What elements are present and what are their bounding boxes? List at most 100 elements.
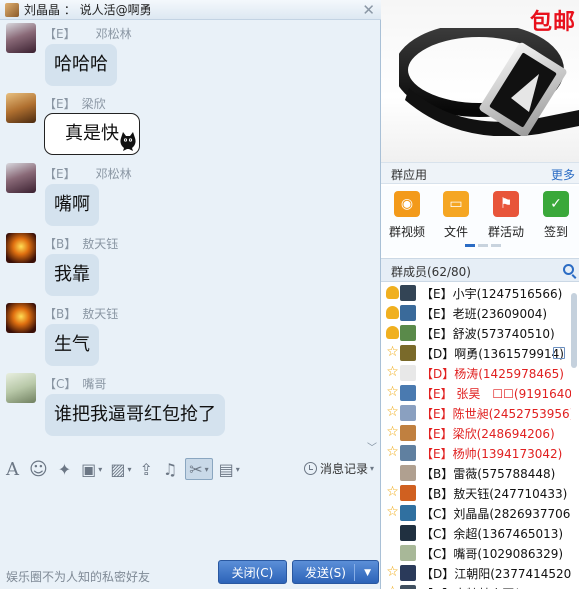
member-name[interactable]: 【B】敖天钰(247710433) xyxy=(421,485,567,502)
member-list-scrollbar[interactable] xyxy=(571,293,577,368)
member-name[interactable]: 【E】舒波(573740510) xyxy=(421,325,555,342)
checkmark-icon: ✓ xyxy=(543,191,569,217)
pager-dot[interactable] xyxy=(491,244,501,247)
screenshot-scissors-icon[interactable]: ✂ ▾ xyxy=(185,458,213,480)
close-button[interactable]: 关闭(C) xyxy=(218,560,287,584)
member-name[interactable]: 【D】江朝阳(2377414520) xyxy=(421,565,571,582)
member-name[interactable]: 【D】杨涛(1425978465) xyxy=(421,365,564,382)
avatar[interactable] xyxy=(6,303,36,333)
image-icon[interactable]: ▨ ▾ xyxy=(110,458,131,480)
avatar[interactable] xyxy=(6,163,36,193)
member-name[interactable]: 【E】老班(23609004) xyxy=(421,305,547,322)
app-file[interactable]: ▭ 文件 xyxy=(434,191,478,240)
member-name[interactable]: 【E】 张昊 ☐☐(919164058) xyxy=(421,385,571,402)
sender-line: 【E】 梁欣 xyxy=(44,95,106,112)
member-avatar[interactable] xyxy=(400,425,416,441)
member-avatar[interactable] xyxy=(400,505,416,521)
avatar[interactable] xyxy=(6,373,36,403)
message-input[interactable] xyxy=(0,487,380,557)
member-row[interactable]: 【E】老班(23609004) xyxy=(381,303,571,323)
member-name[interactable]: 【E】陈世昶(2452753956) xyxy=(421,405,571,422)
more-link[interactable]: 更多 xyxy=(551,166,575,183)
emoji-icon[interactable]: ☺ xyxy=(29,458,48,480)
member-avatar[interactable] xyxy=(400,585,416,589)
sender-name[interactable]: 邓松林 xyxy=(96,167,132,181)
gift-icon[interactable]: ▣ ▾ xyxy=(81,458,102,480)
member-avatar[interactable] xyxy=(400,365,416,381)
member-row[interactable]: ☆ 【E】陈世昶(2452753956) xyxy=(381,403,571,423)
avatar[interactable] xyxy=(6,233,36,263)
sender-name[interactable]: 嘴哥 xyxy=(82,377,106,391)
member-row[interactable]: 【C】嘴哥(1029086329) xyxy=(381,543,571,563)
member-name[interactable]: 【D】由特赫小哥(11... xyxy=(421,585,546,589)
member-avatar[interactable] xyxy=(400,325,416,341)
member-row[interactable]: 【B】雷薇(575788448) xyxy=(381,463,571,483)
member-avatar[interactable] xyxy=(400,385,416,401)
screen-glyph: ▤ xyxy=(218,459,234,479)
music-icon[interactable]: ♫ xyxy=(163,458,177,480)
font-icon[interactable]: A xyxy=(6,458,19,480)
search-icon[interactable] xyxy=(563,264,574,275)
member-name[interactable]: 【E】杨帅(1394173042) xyxy=(421,445,562,462)
member-row[interactable]: ☆ 【D】啊勇(1361579914) xyxy=(381,343,571,363)
message-bubble: 我靠 xyxy=(45,254,99,296)
sender-line: 【B】 敖天钰 xyxy=(44,235,118,252)
send-options-caret-icon[interactable]: ▼ xyxy=(364,561,371,585)
member-name[interactable]: 【E】小宇(1247516566) xyxy=(421,285,562,302)
pager-dot[interactable] xyxy=(465,244,475,247)
member-avatar[interactable] xyxy=(400,405,416,421)
member-name[interactable]: 【D】啊勇(1361579914) xyxy=(421,345,564,362)
close-icon[interactable]: ✕ xyxy=(362,1,375,19)
member-name[interactable]: 【C】嘴哥(1029086329) xyxy=(421,545,563,562)
member-row[interactable]: ☆ 【B】敖天钰(247710433) xyxy=(381,483,571,503)
message-list[interactable]: 【E】 邓松林 哈哈哈 【E】 梁欣 真是快 【E】 邓松林 嘴啊 【B】 敖天钰 我靠 xyxy=(0,21,380,449)
member-row[interactable]: ☆ 【E】杨帅(1394173042) xyxy=(381,443,571,463)
member-row[interactable]: 【E】舒波(573740510) xyxy=(381,323,571,343)
avatar[interactable] xyxy=(6,23,36,53)
member-row[interactable]: 【C】余超(1367465013) xyxy=(381,523,571,543)
member-row[interactable]: 【E】小宇(1247516566) xyxy=(381,283,571,303)
member-name[interactable]: 【E】梁欣(248694206) xyxy=(421,425,555,442)
sender-name[interactable]: 梁欣 xyxy=(82,97,106,111)
app-group-activity[interactable]: ⚑ 群活动 xyxy=(484,191,528,240)
member-row[interactable]: ☆ 【C】刘晶晶(2826937706) xyxy=(381,503,571,523)
chat-pane: 刘晶晶 ： 说人活@啊勇 ✕ 【E】 邓松林 哈哈哈 【E】 梁欣 真是快 【E】邓… xyxy=(0,0,381,589)
sender-name[interactable]: 敖天钰 xyxy=(82,307,118,321)
sender-name[interactable]: 邓松林 xyxy=(96,27,132,41)
member-avatar[interactable] xyxy=(400,305,416,321)
member-name[interactable]: 【C】刘晶晶(2826937706) xyxy=(421,505,571,522)
member-avatar[interactable] xyxy=(400,545,416,561)
app-group-video[interactable]: ◉ 群视频 xyxy=(385,191,429,240)
member-row[interactable]: ☆ 【E】梁欣(248694206) xyxy=(381,423,571,443)
upload-icon[interactable]: ⇪ xyxy=(139,458,152,480)
apps-pager[interactable] xyxy=(465,244,504,247)
app-check-in[interactable]: ✓ 签到 xyxy=(534,191,578,240)
advertisement-banner[interactable]: 包邮 xyxy=(381,0,579,162)
avatar[interactable] xyxy=(6,93,36,123)
input-toolbar: A ☺ ✦ ▣ ▾ ▨ ▾ ⇪ ♫ ✂ ▾ ▤ ▾ 消息记录 ▾ xyxy=(0,452,380,486)
member-avatar[interactable] xyxy=(400,445,416,461)
member-row[interactable]: ☆ 【D】由特赫小哥(11... xyxy=(381,583,571,589)
member-avatar[interactable] xyxy=(400,285,416,301)
edit-icon[interactable] xyxy=(553,347,565,359)
member-avatar[interactable] xyxy=(400,485,416,501)
sender-name[interactable]: 敖天钰 xyxy=(82,237,118,251)
member-list[interactable]: 【E】小宇(1247516566) 【E】老班(23609004) 【E】舒波(57… xyxy=(381,283,571,589)
sender-line: 【E】 邓松林 xyxy=(44,25,132,42)
cat-sticker-icon xyxy=(120,132,136,151)
screen-share-icon[interactable]: ▤ ▾ xyxy=(219,458,240,480)
member-row[interactable]: ☆ 【D】杨涛(1425978465) xyxy=(381,363,571,383)
member-row[interactable]: ☆ 【D】江朝阳(2377414520) xyxy=(381,563,571,583)
member-avatar[interactable] xyxy=(400,345,416,361)
message-history-button[interactable]: 消息记录 ▾ xyxy=(303,460,374,477)
chevron-down-icon: ▾ xyxy=(204,464,209,474)
member-avatar[interactable] xyxy=(400,525,416,541)
member-row[interactable]: ☆ 【E】 张昊 ☐☐(919164058) xyxy=(381,383,571,403)
magic-wand-icon[interactable]: ✦ xyxy=(58,458,71,480)
member-avatar[interactable] xyxy=(400,565,416,581)
pager-dot[interactable] xyxy=(478,244,488,247)
member-avatar[interactable] xyxy=(400,465,416,481)
member-name[interactable]: 【C】余超(1367465013) xyxy=(421,525,563,542)
member-name[interactable]: 【B】雷薇(575788448) xyxy=(421,465,555,482)
send-button[interactable]: 发送(S) ▼ xyxy=(292,560,379,584)
